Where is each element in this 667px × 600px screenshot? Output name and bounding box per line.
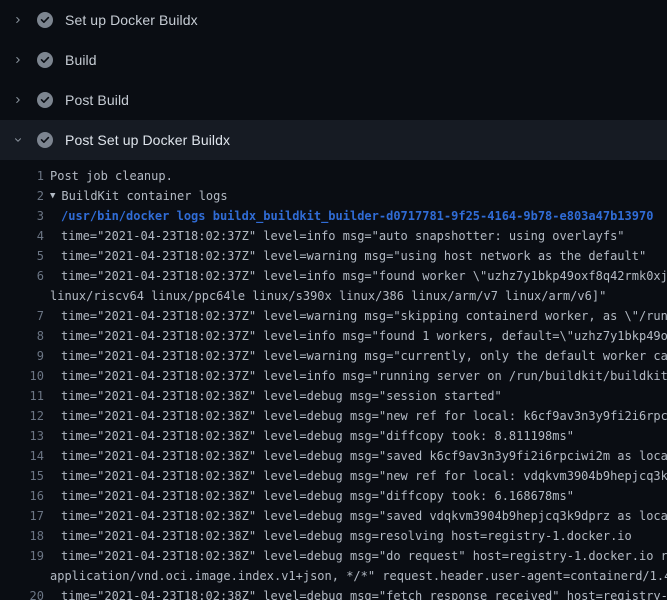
log-line-number[interactable]: 1 [0,166,44,186]
log-line-text: time="2021-04-23T18:02:37Z" level=info m… [61,226,625,246]
step-header-post-build[interactable]: Post Build [0,80,667,120]
log-line: 8 ▼ time="2021-04-23T18:02:37Z" level=in… [0,326,667,346]
group-expander-icon: ▼ [50,186,55,206]
log-line: ▼ application/vnd.oci.image.index.v1+jso… [0,566,667,586]
log-line: 3 ▼ /usr/bin/docker logs buildx_buildkit… [0,206,667,226]
log-line-number[interactable]: 12 [0,406,44,426]
log-line-text: time="2021-04-23T18:02:37Z" level=warnin… [61,246,646,266]
step-title: Post Set up Docker Buildx [65,132,230,148]
log-line-text: time="2021-04-23T18:02:38Z" level=debug … [61,506,667,526]
log-line-number[interactable]: 8 [0,326,44,346]
log-line-number[interactable]: 7 [0,306,44,326]
log-line-text: time="2021-04-23T18:02:37Z" level=info m… [61,326,667,346]
log-line: 4 ▼ time="2021-04-23T18:02:37Z" level=in… [0,226,667,246]
log-output: 1 ▼ Post job cleanup. 2 ▼ BuildKit conta… [0,160,667,600]
log-line-text: application/vnd.oci.image.index.v1+json,… [50,566,667,586]
log-line-text: time="2021-04-23T18:02:37Z" level=warnin… [61,306,667,326]
actions-log-viewer: Set up Docker Buildx Build P [0,0,667,600]
step-title: Set up Docker Buildx [65,12,198,28]
chevron-icon [13,12,23,28]
log-line-number[interactable]: 11 [0,386,44,406]
log-line: 14 ▼ time="2021-04-23T18:02:38Z" level=d… [0,446,667,466]
log-line-text: Post job cleanup. [50,166,173,186]
check-circle-icon [37,12,53,28]
check-circle-icon [37,92,53,108]
step-title: Post Build [65,92,129,108]
check-circle-icon [37,52,53,68]
log-line-text: time="2021-04-23T18:02:38Z" level=debug … [61,426,574,446]
log-line: 9 ▼ time="2021-04-23T18:02:37Z" level=wa… [0,346,667,366]
log-line: 10 ▼ time="2021-04-23T18:02:37Z" level=i… [0,366,667,386]
log-line-text: time="2021-04-23T18:02:38Z" level=debug … [61,386,502,406]
step-title: Build [65,52,97,68]
log-line-text: time="2021-04-23T18:02:37Z" level=info m… [61,266,667,286]
check-circle-icon [37,132,53,148]
log-line-number[interactable]: 19 [0,546,44,566]
log-line: 18 ▼ time="2021-04-23T18:02:38Z" level=d… [0,526,667,546]
log-line-number[interactable]: 17 [0,506,44,526]
step-header-set-up-docker-buildx[interactable]: Set up Docker Buildx [0,0,667,40]
log-line-number[interactable]: 3 [0,206,44,226]
log-line-text: time="2021-04-23T18:02:37Z" level=info m… [61,366,667,386]
log-line-text: time="2021-04-23T18:02:37Z" level=warnin… [61,346,667,366]
log-line-text: time="2021-04-23T18:02:38Z" level=debug … [61,406,667,426]
log-line-number[interactable]: 4 [0,226,44,246]
log-line: 1 ▼ Post job cleanup. [0,166,667,186]
log-line-text: /usr/bin/docker logs buildx_buildkit_bui… [61,206,653,226]
log-line-number[interactable]: 16 [0,486,44,506]
log-line-number[interactable]: 13 [0,426,44,446]
log-line: 17 ▼ time="2021-04-23T18:02:38Z" level=d… [0,506,667,526]
log-line-number[interactable]: 14 [0,446,44,466]
chevron-icon [13,132,23,148]
log-line-text: linux/riscv64 linux/ppc64le linux/s390x … [50,286,606,306]
log-line: 5 ▼ time="2021-04-23T18:02:37Z" level=wa… [0,246,667,266]
log-line: 20 ▼ time="2021-04-23T18:02:38Z" level=d… [0,586,667,600]
log-line: 16 ▼ time="2021-04-23T18:02:38Z" level=d… [0,486,667,506]
chevron-icon [13,52,23,68]
log-line-number[interactable]: 9 [0,346,44,366]
log-line[interactable]: 2 ▼ BuildKit container logs [0,186,667,206]
steps-list: Set up Docker Buildx Build P [0,0,667,160]
step-header-post-set-up-docker-buildx[interactable]: Post Set up Docker Buildx [0,120,667,160]
log-line-text: time="2021-04-23T18:02:38Z" level=debug … [61,526,632,546]
log-line-text: time="2021-04-23T18:02:38Z" level=debug … [61,486,574,506]
log-line: 15 ▼ time="2021-04-23T18:02:38Z" level=d… [0,466,667,486]
log-line-number[interactable]: 6 [0,266,44,286]
log-line-number[interactable]: 5 [0,246,44,266]
log-line-text: time="2021-04-23T18:02:38Z" level=debug … [61,546,667,566]
log-line: 12 ▼ time="2021-04-23T18:02:38Z" level=d… [0,406,667,426]
log-line: 19 ▼ time="2021-04-23T18:02:38Z" level=d… [0,546,667,566]
log-line: ▼ linux/riscv64 linux/ppc64le linux/s390… [0,286,667,306]
log-line-text: time="2021-04-23T18:02:38Z" level=debug … [61,466,667,486]
log-line: 6 ▼ time="2021-04-23T18:02:37Z" level=in… [0,266,667,286]
log-line-number[interactable]: 20 [0,586,44,600]
log-line-number[interactable]: 15 [0,466,44,486]
log-line-number[interactable]: 10 [0,366,44,386]
log-line-number[interactable]: 2 [0,186,44,206]
chevron-icon [13,92,23,108]
log-line-text: time="2021-04-23T18:02:38Z" level=debug … [61,586,667,600]
step-header-build[interactable]: Build [0,40,667,80]
log-line: 11 ▼ time="2021-04-23T18:02:38Z" level=d… [0,386,667,406]
log-line-number[interactable]: 18 [0,526,44,546]
log-line-text: BuildKit container logs [61,186,227,206]
log-line-text: time="2021-04-23T18:02:38Z" level=debug … [61,446,667,466]
log-line: 13 ▼ time="2021-04-23T18:02:38Z" level=d… [0,426,667,446]
log-line: 7 ▼ time="2021-04-23T18:02:37Z" level=wa… [0,306,667,326]
